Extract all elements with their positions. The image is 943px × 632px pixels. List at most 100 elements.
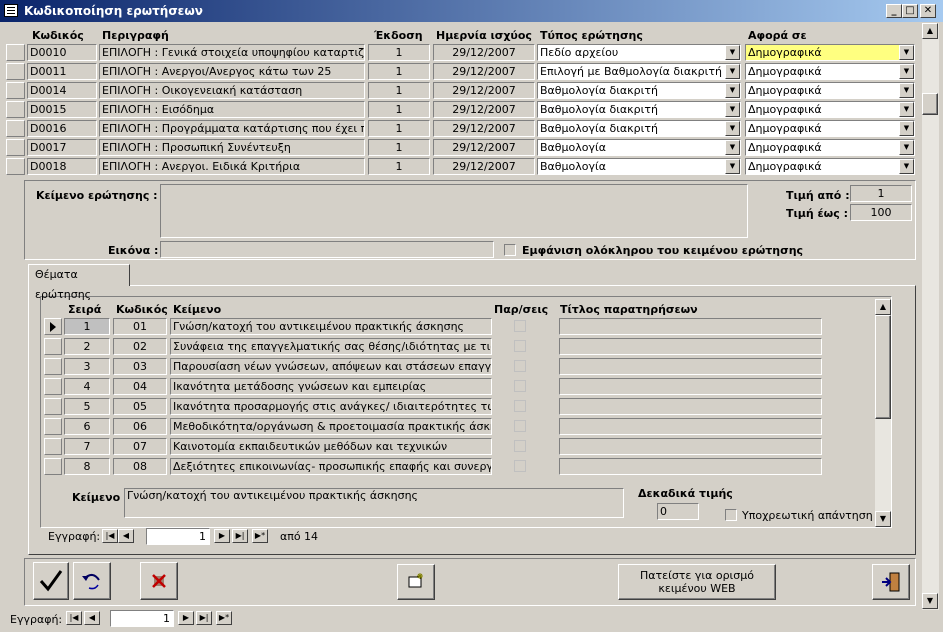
- scroll-down-button[interactable]: ▼: [922, 593, 938, 609]
- sub-row-notes-title[interactable]: [559, 318, 822, 335]
- row-version[interactable]: 1: [368, 101, 430, 118]
- web-text-button[interactable]: Πατείστε για ορισμό κειμένου WEB: [618, 564, 776, 600]
- sub-row-order[interactable]: 4: [64, 378, 110, 395]
- row-type-select[interactable]: Βαθμολογία ▼: [537, 139, 741, 156]
- sub-row-order[interactable]: 7: [64, 438, 110, 455]
- delete-button[interactable]: [140, 562, 178, 600]
- sub-row-selector[interactable]: [44, 418, 62, 435]
- sub-row-notes-title[interactable]: [559, 458, 822, 475]
- row-version[interactable]: 1: [368, 82, 430, 99]
- maximize-button[interactable]: □: [902, 4, 918, 18]
- row-version[interactable]: 1: [368, 139, 430, 156]
- sub-row-code[interactable]: 05: [113, 398, 167, 415]
- row-code[interactable]: D0014: [27, 82, 97, 99]
- sub-row-code[interactable]: 06: [113, 418, 167, 435]
- row-type-select[interactable]: Βαθμολογία διακριτή ▼: [537, 120, 741, 137]
- sub-row-order[interactable]: 5: [64, 398, 110, 415]
- decimals-field[interactable]: 0: [657, 503, 699, 520]
- row-description[interactable]: ΕΠΙΛΟΓΗ : Ανεργοι. Ειδικά Κριτήρια: [99, 158, 365, 175]
- new-item-button[interactable]: [397, 564, 435, 600]
- sub-row-text[interactable]: Καινοτομία εκπαιδευτικών μεθόδων και τεχ…: [170, 438, 492, 455]
- sub-scroll-up-button[interactable]: ▲: [875, 299, 891, 315]
- row-concerns-select[interactable]: Δημογραφικά ▼: [745, 158, 915, 175]
- row-code[interactable]: D0015: [27, 101, 97, 118]
- sub-row-notes-title[interactable]: [559, 338, 822, 355]
- row-date[interactable]: 29/12/2007: [433, 158, 535, 175]
- sub-scroll-thumb[interactable]: [875, 315, 891, 419]
- sub-row-order[interactable]: 2: [64, 338, 110, 355]
- row-type-select[interactable]: Πεδίο αρχείου ▼: [537, 44, 741, 61]
- row-date[interactable]: 29/12/2007: [433, 63, 535, 80]
- sub-record-number-input[interactable]: 1: [146, 528, 210, 545]
- row-selector[interactable]: [6, 139, 25, 156]
- row-selector[interactable]: [6, 82, 25, 99]
- sub-row-notes-checkbox[interactable]: [514, 420, 526, 432]
- sub-last-record-button[interactable]: ▶|: [232, 529, 248, 543]
- row-description[interactable]: ΕΠΙΛΟΓΗ : Οικογενειακή κατάσταση: [99, 82, 365, 99]
- sub-row-notes-title[interactable]: [559, 378, 822, 395]
- row-version[interactable]: 1: [368, 44, 430, 61]
- sub-row-code[interactable]: 01: [113, 318, 167, 335]
- sub-row-text[interactable]: Γνώση/κατοχή του αντικειμένου πρακτικής …: [170, 318, 492, 335]
- sub-row-order[interactable]: 1: [64, 318, 110, 335]
- sub-row-selector[interactable]: [44, 358, 62, 375]
- row-concerns-select[interactable]: Δημογραφικά ▼: [745, 44, 915, 61]
- chevron-down-icon[interactable]: ▼: [899, 121, 914, 136]
- sub-row-code[interactable]: 08: [113, 458, 167, 475]
- chevron-down-icon[interactable]: ▼: [899, 140, 914, 155]
- sub-row-notes-title[interactable]: [559, 358, 822, 375]
- image-field[interactable]: [160, 241, 494, 258]
- sub-row-notes-checkbox[interactable]: [514, 360, 526, 372]
- row-description[interactable]: ΕΠΙΛΟΓΗ : Προσωπική Συνέντευξη: [99, 139, 365, 156]
- sub-row-selector[interactable]: [44, 398, 62, 415]
- chevron-down-icon[interactable]: ▼: [725, 140, 740, 155]
- required-answer-checkbox[interactable]: [725, 509, 737, 521]
- row-concerns-select[interactable]: Δημογραφικά ▼: [745, 120, 915, 137]
- sub-row-notes-checkbox[interactable]: [514, 460, 526, 472]
- sub-row-notes-checkbox[interactable]: [514, 400, 526, 412]
- sub-first-record-button[interactable]: |◀: [102, 529, 118, 543]
- sub-row-notes-title[interactable]: [559, 438, 822, 455]
- row-code[interactable]: D0010: [27, 44, 97, 61]
- row-type-select[interactable]: Βαθμολογία ▼: [537, 158, 741, 175]
- chevron-down-icon[interactable]: ▼: [899, 159, 914, 174]
- row-description[interactable]: ΕΠΙΛΟΓΗ : Εισόδημα: [99, 101, 365, 118]
- row-type-select[interactable]: Επιλογή με Βαθμολογία διακριτή ▼: [537, 63, 741, 80]
- sub-prev-record-button[interactable]: ◀: [118, 529, 134, 543]
- chevron-down-icon[interactable]: ▼: [725, 102, 740, 117]
- chevron-down-icon[interactable]: ▼: [899, 64, 914, 79]
- row-type-select[interactable]: Βαθμολογία διακριτή ▼: [537, 101, 741, 118]
- row-selector[interactable]: [6, 63, 25, 80]
- undo-button[interactable]: [73, 562, 111, 600]
- first-record-button[interactable]: |◀: [66, 611, 82, 625]
- row-code[interactable]: D0018: [27, 158, 97, 175]
- new-record-button[interactable]: ▶*: [216, 611, 232, 625]
- sub-row-notes-title[interactable]: [559, 398, 822, 415]
- row-date[interactable]: 29/12/2007: [433, 44, 535, 61]
- sub-row-selector[interactable]: [44, 318, 62, 335]
- sub-row-selector[interactable]: [44, 458, 62, 475]
- row-code[interactable]: D0011: [27, 63, 97, 80]
- row-code[interactable]: D0016: [27, 120, 97, 137]
- sub-row-order[interactable]: 3: [64, 358, 110, 375]
- sub-text-field[interactable]: Γνώση/κατοχή του αντικειμένου πρακτικής …: [124, 488, 624, 518]
- chevron-down-icon[interactable]: ▼: [725, 64, 740, 79]
- row-date[interactable]: 29/12/2007: [433, 82, 535, 99]
- chevron-down-icon[interactable]: ▼: [899, 102, 914, 117]
- min-value-field[interactable]: 1: [850, 185, 912, 202]
- record-number-input[interactable]: 1: [110, 610, 174, 627]
- row-selector[interactable]: [6, 120, 25, 137]
- sub-row-text[interactable]: Ικανότητα μετάδοσης γνώσεων και εμπειρία…: [170, 378, 492, 395]
- sub-row-code[interactable]: 04: [113, 378, 167, 395]
- row-version[interactable]: 1: [368, 158, 430, 175]
- last-record-button[interactable]: ▶|: [196, 611, 212, 625]
- row-date[interactable]: 29/12/2007: [433, 101, 535, 118]
- chevron-down-icon[interactable]: ▼: [725, 83, 740, 98]
- sub-row-notes-checkbox[interactable]: [514, 320, 526, 332]
- prev-record-button[interactable]: ◀: [84, 611, 100, 625]
- sub-row-notes-checkbox[interactable]: [514, 380, 526, 392]
- max-value-field[interactable]: 100: [850, 204, 912, 221]
- scroll-thumb[interactable]: [922, 93, 938, 115]
- scroll-up-button[interactable]: ▲: [922, 23, 938, 39]
- row-selector[interactable]: [6, 101, 25, 118]
